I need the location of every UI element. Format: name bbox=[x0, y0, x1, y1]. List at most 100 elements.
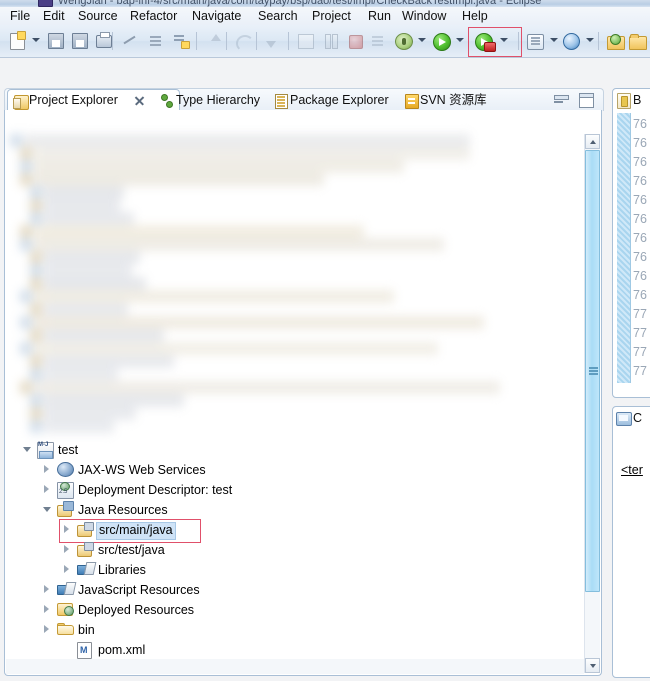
back-button[interactable] bbox=[204, 29, 226, 52]
step-button[interactable] bbox=[368, 29, 390, 52]
tree-row[interactable]: src/test/java bbox=[5, 540, 577, 560]
new-wizard-2-dropdown-icon[interactable] bbox=[550, 38, 558, 42]
tree-row[interactable]: Libraries bbox=[5, 560, 577, 580]
redacted-tree-row bbox=[44, 407, 136, 420]
editor-line-number: 76 bbox=[633, 288, 647, 302]
close-icon[interactable] bbox=[134, 95, 145, 106]
tab-editor-file[interactable]: B bbox=[613, 89, 641, 111]
open-folder-button[interactable] bbox=[626, 29, 648, 52]
editor-line-number: 76 bbox=[633, 117, 647, 131]
new-java-class-button[interactable] bbox=[170, 29, 192, 52]
new-wizard-2-button[interactable] bbox=[524, 29, 546, 52]
tree-row-label: test bbox=[58, 443, 79, 457]
redacted-tree-row bbox=[24, 134, 470, 147]
javascript-resources-icon-glyph bbox=[57, 582, 73, 595]
twisty-collapsed-icon[interactable] bbox=[43, 625, 52, 635]
debug-button[interactable] bbox=[392, 29, 414, 52]
maven-java-project-icon-glyph bbox=[37, 442, 54, 459]
twisty-collapsed-icon[interactable] bbox=[63, 565, 72, 575]
run-dropdown-icon[interactable] bbox=[456, 38, 464, 42]
tree-row[interactable]: Deployed Resources bbox=[5, 600, 577, 620]
deployed-resources-icon-glyph bbox=[57, 602, 74, 616]
print-button[interactable] bbox=[92, 29, 114, 52]
menu-refactor[interactable]: Refactor bbox=[126, 8, 181, 24]
run-external-tools-button[interactable] bbox=[472, 29, 496, 52]
tree-row[interactable]: JAX-WS Web Services bbox=[5, 460, 577, 480]
tree-row-label: JavaScript Resources bbox=[78, 583, 200, 597]
twisty-collapsed-icon[interactable] bbox=[63, 545, 72, 555]
open-resource-button[interactable] bbox=[604, 29, 626, 52]
twisty-expanded-icon[interactable] bbox=[23, 445, 32, 455]
redacted-tree-icon bbox=[20, 147, 32, 160]
svn-button[interactable] bbox=[560, 29, 582, 52]
tab-console[interactable]: C bbox=[613, 407, 642, 429]
terminate-button[interactable] bbox=[344, 29, 366, 52]
run-green-arrow-badge-icon bbox=[475, 33, 496, 52]
tree-row-label: Deployed Resources bbox=[78, 603, 195, 617]
debug-dropdown-icon[interactable] bbox=[418, 38, 426, 42]
save-button[interactable] bbox=[44, 29, 66, 52]
menubar: File Edit Source Refactor Navigate Searc… bbox=[0, 7, 650, 26]
new-wizard-dropdown-icon[interactable] bbox=[32, 38, 40, 42]
forward-button[interactable] bbox=[232, 29, 254, 52]
source-folder-icon bbox=[77, 522, 94, 538]
menu-window[interactable]: Window bbox=[398, 8, 450, 24]
editor-line-number: 76 bbox=[633, 231, 647, 245]
twisty-collapsed-icon[interactable] bbox=[43, 605, 52, 615]
redacted-tree-row bbox=[34, 225, 364, 238]
libraries-icon bbox=[77, 562, 93, 578]
stop-icon bbox=[349, 35, 363, 49]
menu-help[interactable]: Help bbox=[458, 8, 492, 24]
run-external-tools-dropdown-icon[interactable] bbox=[500, 38, 508, 42]
resume-button[interactable] bbox=[294, 29, 316, 52]
svn-dropdown-icon[interactable] bbox=[586, 38, 594, 42]
tree-row[interactable]: pom.xml bbox=[5, 640, 577, 660]
tree-row[interactable]: test bbox=[5, 440, 577, 460]
menu-project[interactable]: Project bbox=[308, 8, 355, 24]
twisty-expanded-icon[interactable] bbox=[43, 505, 52, 515]
tree-row-label: src/main/java bbox=[96, 522, 176, 540]
tree-row[interactable]: Deployment Descriptor: test bbox=[5, 480, 577, 500]
save-all-button[interactable] bbox=[68, 29, 90, 52]
next-annotation-button[interactable] bbox=[262, 29, 284, 52]
tab-svn-repository[interactable]: SVN 资源库 bbox=[399, 89, 530, 111]
tree-vertical-scrollbar[interactable] bbox=[584, 134, 600, 673]
menu-navigate[interactable]: Navigate bbox=[188, 8, 245, 24]
editor-annotation-ruler[interactable] bbox=[617, 113, 631, 383]
scroll-up-button[interactable] bbox=[585, 134, 600, 149]
menu-search[interactable]: Search bbox=[254, 8, 302, 24]
tree-row[interactable]: src/main/java bbox=[5, 519, 577, 543]
toggle-mark-occurrences-button[interactable] bbox=[118, 29, 140, 52]
libraries-icon-glyph bbox=[77, 562, 93, 575]
tree-row[interactable]: Java Resources bbox=[5, 500, 577, 520]
project-explorer-icon bbox=[12, 94, 29, 110]
twisty-collapsed-icon[interactable] bbox=[43, 485, 52, 495]
suspend-button[interactable] bbox=[320, 29, 342, 52]
collapse-all-button[interactable] bbox=[599, 113, 601, 132]
new-wizard-button[interactable] bbox=[6, 29, 28, 52]
redacted-tree-icon bbox=[30, 186, 42, 199]
redacted-tree-row bbox=[34, 147, 470, 160]
redacted-tree-icon bbox=[20, 316, 32, 329]
menu-file[interactable]: File bbox=[6, 8, 34, 24]
editor-line-number: 76 bbox=[633, 269, 647, 283]
redacted-tree-icon bbox=[30, 368, 42, 381]
tree-row[interactable]: bin bbox=[5, 620, 577, 640]
run-button[interactable] bbox=[430, 29, 452, 52]
scrollbar-thumb[interactable] bbox=[585, 150, 600, 592]
twisty-collapsed-icon[interactable] bbox=[63, 525, 72, 535]
toolbar-separator bbox=[256, 32, 257, 50]
menu-source[interactable]: Source bbox=[74, 8, 122, 24]
maven-pom-icon-glyph bbox=[77, 642, 92, 659]
toolbar-separator bbox=[288, 32, 289, 50]
open-task-button[interactable] bbox=[146, 29, 168, 52]
menu-edit[interactable]: Edit bbox=[39, 8, 69, 24]
toolbar-separator bbox=[196, 32, 197, 50]
scroll-down-button[interactable] bbox=[585, 658, 600, 673]
twisty-collapsed-icon[interactable] bbox=[43, 585, 52, 595]
tree-row[interactable]: JavaScript Resources bbox=[5, 580, 577, 600]
new-document-icon bbox=[10, 31, 26, 50]
twisty-collapsed-icon[interactable] bbox=[43, 465, 52, 475]
folder-green-icon bbox=[607, 34, 625, 50]
menu-run[interactable]: Run bbox=[364, 8, 395, 24]
